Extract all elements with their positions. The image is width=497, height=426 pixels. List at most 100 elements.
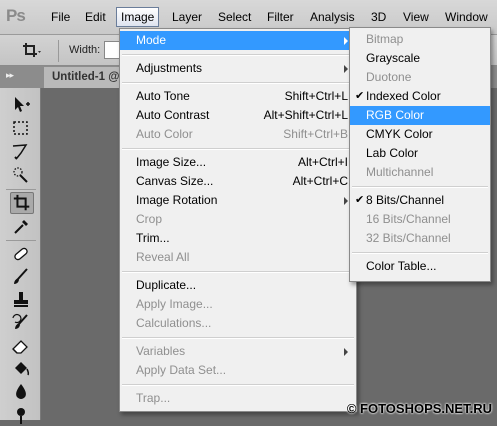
menu-item-32-bits-channel: 32 Bits/Channel [350, 229, 490, 248]
menu-item-duotone: Duotone [350, 68, 490, 87]
menu-item-label: RGB Color [366, 108, 425, 122]
document-tab[interactable]: Untitled-1 @ [44, 67, 120, 88]
menu-item-adjustments[interactable]: Adjustments [120, 59, 356, 78]
collapse-panels-icon[interactable]: ▸▸ [6, 70, 14, 81]
menu-item-grayscale[interactable]: Grayscale [350, 49, 490, 68]
menu-item-label: Lab Color [366, 146, 419, 160]
menu-image[interactable]: Image [116, 7, 160, 27]
menu-separator [122, 147, 354, 150]
menu-item-auto-contrast[interactable]: Auto Contrast Alt+Shift+Ctrl+L [120, 106, 356, 125]
menu-item-lab-color[interactable]: Lab Color [350, 144, 490, 163]
menu-item-label: Reveal All [136, 250, 190, 264]
menu-item-multichannel: Multichannel [350, 163, 490, 182]
menu-item-label: 32 Bits/Channel [366, 231, 451, 245]
menu-item-image-rotation[interactable]: Image Rotation [120, 191, 356, 210]
submenu-arrow-icon [344, 65, 348, 73]
tools-separator [6, 240, 36, 241]
menu-item-8-bits-channel[interactable]: ✔ 8 Bits/Channel [350, 191, 490, 210]
crop-tool-icon[interactable] [10, 192, 34, 214]
menu-item-label: Duplicate... [136, 278, 197, 292]
menu-item-trim[interactable]: Trim... [120, 229, 356, 248]
marquee-tool-icon[interactable] [9, 118, 33, 140]
history-brush-tool-icon[interactable] [9, 312, 33, 334]
menu-item-variables: Variables [120, 342, 356, 361]
menu-item-label: Grayscale [366, 51, 421, 65]
menu-item-rgb-color[interactable]: RGB Color [350, 106, 490, 125]
menu-item-apply-data-set: Apply Data Set... [120, 361, 356, 380]
menu-item-cmyk-color[interactable]: CMYK Color [350, 125, 490, 144]
blur-tool-icon[interactable] [9, 381, 33, 403]
shortcut-label: Alt+Shift+Ctrl+L [263, 108, 348, 122]
menu-item-apply-image: Apply Image... [120, 295, 356, 314]
menu-item-label: Auto Tone [136, 89, 190, 103]
menu-item-label: CMYK Color [366, 127, 433, 141]
submenu-arrow-icon [344, 37, 348, 45]
menu-item-label: Multichannel [366, 165, 434, 179]
menu-separator [122, 81, 354, 84]
healing-brush-tool-icon[interactable] [9, 243, 33, 265]
menu-item-bitmap: Bitmap [350, 30, 490, 49]
menu-item-label: Adjustments [136, 61, 203, 75]
menu-item-image-size[interactable]: Image Size... Alt+Ctrl+I [120, 153, 356, 172]
menu-edit[interactable]: Edit [81, 7, 110, 27]
menu-item-indexed-color[interactable]: ✔ Indexed Color [350, 87, 490, 106]
options-divider [58, 40, 59, 62]
menu-item-label: Auto Contrast [136, 108, 210, 122]
menu-item-trap: Trap... [120, 389, 356, 408]
menu-item-label: Apply Image... [136, 297, 213, 311]
checkmark-icon: ✔ [355, 90, 365, 102]
menu-analysis[interactable]: Analysis [306, 7, 359, 27]
menu-item-label: Calculations... [136, 316, 212, 330]
menu-item-auto-tone[interactable]: Auto Tone Shift+Ctrl+L [120, 87, 356, 106]
menu-item-label: Auto Color [136, 127, 193, 141]
menu-item-label: 8 Bits/Channel [366, 193, 445, 207]
menu-item-crop: Crop [120, 210, 356, 229]
crop-tool-preset-icon[interactable] [22, 42, 42, 60]
tools-panel [0, 88, 41, 424]
menu-view[interactable]: View [399, 7, 433, 27]
menu-separator [352, 251, 488, 254]
menu-item-canvas-size[interactable]: Canvas Size... Alt+Ctrl+C [120, 172, 356, 191]
menu-item-label: Image Rotation [136, 193, 218, 207]
move-tool-icon[interactable] [9, 94, 33, 116]
menu-item-label: Color Table... [366, 259, 437, 273]
menu-3d[interactable]: 3D [367, 7, 390, 27]
menu-item-label: Crop [136, 212, 163, 226]
eyedropper-tool-icon[interactable] [9, 216, 33, 238]
menu-window[interactable]: Window [441, 7, 492, 27]
menu-item-16-bits-channel: 16 Bits/Channel [350, 210, 490, 229]
menu-item-label: Trap... [136, 391, 171, 405]
brush-tool-icon[interactable] [9, 266, 33, 288]
menu-separator [122, 336, 354, 339]
menu-separator [122, 383, 354, 386]
menu-item-mode[interactable]: Mode [120, 31, 356, 50]
paint-bucket-tool-icon[interactable] [9, 358, 33, 380]
clone-stamp-tool-icon[interactable] [9, 289, 33, 311]
dodge-tool-icon[interactable] [9, 404, 33, 426]
menu-item-label: Bitmap [366, 32, 404, 46]
watermark: © FOTOSHOPS.NET.RU [346, 401, 492, 416]
menu-item-duplicate[interactable]: Duplicate... [120, 276, 356, 295]
menu-layer[interactable]: Layer [168, 7, 206, 27]
menu-item-label: Mode [136, 33, 167, 47]
menu-item-label: Image Size... [136, 155, 207, 169]
app-logo: Ps [6, 6, 26, 25]
width-label: Width: [69, 44, 101, 56]
menu-item-calculations: Calculations... [120, 314, 356, 333]
menu-item-label: Trim... [136, 231, 170, 245]
mode-submenu: Bitmap Grayscale Duotone ✔ Indexed Color RGB … [349, 27, 491, 282]
menu-file[interactable]: File [47, 7, 74, 27]
tools-separator [6, 189, 36, 190]
menu-item-color-table[interactable]: Color Table... [350, 257, 490, 276]
menu-filter[interactable]: Filter [263, 7, 298, 27]
menu-item-reveal-all: Reveal All [120, 248, 356, 267]
lasso-tool-icon[interactable] [9, 141, 33, 163]
eraser-tool-icon[interactable] [9, 335, 33, 357]
quick-selection-tool-icon[interactable] [9, 164, 33, 186]
menu-select[interactable]: Select [214, 7, 255, 27]
menu-item-label: Apply Data Set... [136, 363, 227, 377]
shortcut-label: Alt+Ctrl+C [292, 174, 348, 188]
menu-item-label: Variables [136, 344, 186, 358]
menu-item-auto-color: Auto Color Shift+Ctrl+B [120, 125, 356, 144]
submenu-arrow-icon [344, 348, 348, 356]
